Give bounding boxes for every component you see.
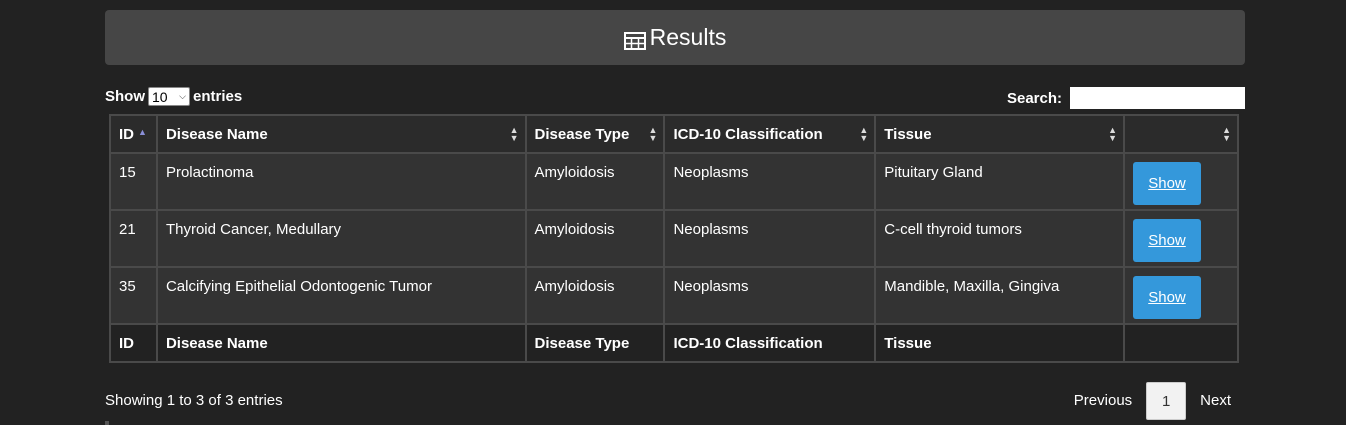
- table-row: 21 Thyroid Cancer, Medullary Amyloidosis…: [109, 209, 1239, 268]
- show-button[interactable]: Show: [1133, 162, 1201, 205]
- panel-title: Results: [649, 24, 727, 50]
- table-row: 35 Calcifying Epithelial Odontogenic Tum…: [109, 266, 1239, 325]
- footer-id: ID: [109, 323, 158, 363]
- column-header-label: Disease Type: [534, 125, 630, 143]
- cell-tissue: Pituitary Gland: [874, 152, 1125, 211]
- cell-icd10: Neoplasms: [663, 209, 877, 268]
- table-header-row: ID ▲ Disease Name ▲ ▼ Disease Type ▲ ▼ ICD-…: [109, 114, 1239, 154]
- column-header-label: ID: [119, 125, 134, 143]
- table-icon: [623, 29, 646, 50]
- footer-action: [1123, 323, 1239, 363]
- sort-icon: ▲ ▼: [648, 125, 658, 143]
- column-header-action[interactable]: ▲ ▼: [1123, 114, 1239, 154]
- length-suffix-label: entries: [193, 88, 243, 105]
- column-header-label: ICD-10 Classification: [673, 125, 823, 143]
- cell-tissue: Mandible, Maxilla, Gingiva: [874, 266, 1125, 325]
- results-panel: Results Show 10 ⌵ entries Search:: [105, 10, 1245, 115]
- cell-id: 35: [109, 266, 158, 325]
- table-footer-row: ID Disease Name Disease Type ICD-10 Clas…: [109, 323, 1239, 363]
- cell-disease-type: Amyloidosis: [524, 152, 666, 211]
- sort-icon: ▲ ▼: [509, 125, 519, 143]
- table-footer-bar: Showing 1 to 3 of 3 entries Previous 1 N…: [105, 382, 1245, 422]
- column-header-id[interactable]: ID ▲: [109, 114, 158, 154]
- search-control: Search:: [1007, 87, 1245, 109]
- column-header-icd10[interactable]: ICD-10 Classification ▲ ▼: [663, 114, 877, 154]
- column-header-label: Disease Name: [165, 125, 268, 143]
- show-button[interactable]: Show: [1133, 219, 1201, 262]
- sort-icon: ▲ ▼: [1222, 125, 1231, 143]
- cell-disease-name: Thyroid Cancer, Medullary: [155, 209, 527, 268]
- cell-action: Show: [1123, 209, 1239, 268]
- cell-disease-type: Amyloidosis: [524, 209, 666, 268]
- footer-disease-type: Disease Type: [524, 323, 666, 363]
- column-header-disease-type[interactable]: Disease Type ▲ ▼: [524, 114, 666, 154]
- cell-icd10: Neoplasms: [663, 152, 877, 211]
- entries-info: Showing 1 to 3 of 3 entries: [105, 392, 283, 409]
- column-header-label: Tissue: [884, 125, 932, 143]
- cell-id: 21: [109, 209, 158, 268]
- cell-disease-name: Prolactinoma: [155, 152, 527, 211]
- sort-icon: ▲ ▼: [859, 125, 869, 143]
- results-table: ID ▲ Disease Name ▲ ▼ Disease Type ▲ ▼ ICD-…: [109, 114, 1239, 363]
- previous-button[interactable]: Previous: [1060, 382, 1146, 420]
- cell-disease-name: Calcifying Epithelial Odontogenic Tumor: [155, 266, 527, 325]
- cell-id: 15: [109, 152, 158, 211]
- column-header-disease-name[interactable]: Disease Name ▲ ▼: [155, 114, 527, 154]
- table-controls: Show 10 ⌵ entries Search:: [105, 65, 1245, 115]
- chevron-down-icon: ⌵: [179, 91, 186, 101]
- cell-tissue: C-cell thyroid tumors: [874, 209, 1125, 268]
- next-button[interactable]: Next: [1186, 382, 1245, 420]
- entries-select-value: 10: [152, 88, 168, 105]
- footer-tissue: Tissue: [874, 323, 1125, 363]
- pagination: Previous 1 Next: [1060, 382, 1245, 420]
- table-row: 15 Prolactinoma Amyloidosis Neoplasms Pi…: [109, 152, 1239, 211]
- entries-length-control: Show 10 ⌵ entries: [105, 87, 242, 106]
- sort-asc-icon: ▲: [138, 126, 147, 137]
- footer-disease-name: Disease Name: [155, 323, 527, 363]
- search-input[interactable]: [1070, 87, 1245, 109]
- page-button-1[interactable]: 1: [1146, 382, 1187, 420]
- column-header-tissue[interactable]: Tissue ▲ ▼: [874, 114, 1125, 154]
- show-button[interactable]: Show: [1133, 276, 1201, 319]
- cell-icd10: Neoplasms: [663, 266, 877, 325]
- cell-action: Show: [1123, 152, 1239, 211]
- cell-action: Show: [1123, 266, 1239, 325]
- search-label: Search:: [1006, 89, 1062, 107]
- footer-icd10: ICD-10 Classification: [663, 323, 877, 363]
- panel-header: Results: [105, 10, 1245, 65]
- sort-icon: ▲ ▼: [1108, 125, 1117, 143]
- scrollbar-edge: [105, 421, 109, 425]
- entries-select[interactable]: 10 ⌵: [148, 87, 190, 106]
- cell-disease-type: Amyloidosis: [524, 266, 666, 325]
- length-prefix-label: Show: [105, 88, 145, 105]
